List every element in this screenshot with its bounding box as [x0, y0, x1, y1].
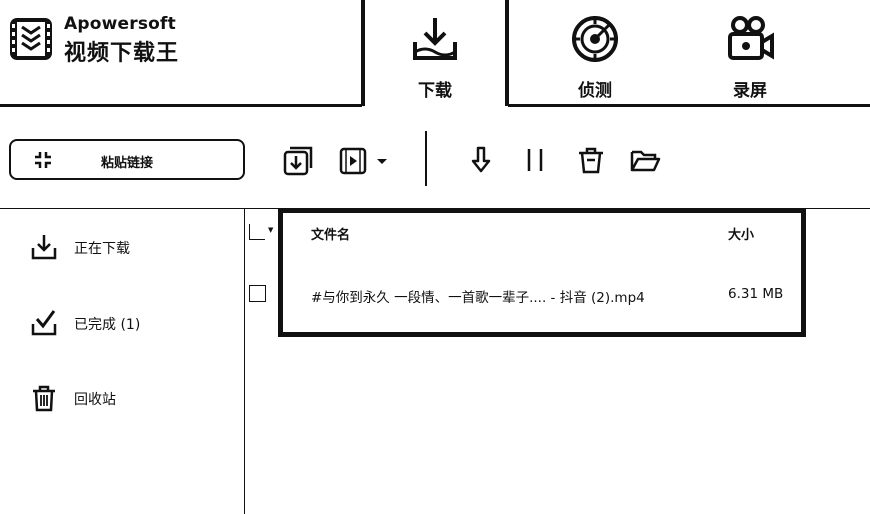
open-folder-button[interactable]: [629, 144, 661, 176]
tab-download-label: 下载: [418, 81, 452, 101]
download-tray-icon: [413, 18, 457, 60]
chevron-down-icon[interactable]: ▼: [268, 226, 273, 234]
delete-button[interactable]: [575, 144, 607, 176]
download-icon: [31, 235, 57, 260]
sidebar-item-trash[interactable]: 回收站: [30, 382, 230, 412]
check-tray-icon: [31, 310, 57, 336]
file-name: #与你到永久 一段情、一首歌一辈子.... - 抖音 (2).mp4: [311, 290, 645, 306]
import-download-button[interactable]: [281, 144, 313, 176]
video-camera-icon: [728, 16, 774, 60]
brand: Apowersoft 视频下载王: [8, 12, 188, 66]
sidebar-item-label: 已完成 (1): [74, 317, 141, 333]
paste-link-button[interactable]: 粘贴链接: [9, 139, 245, 180]
open-folder-icon: [630, 150, 661, 172]
tab-divider: [361, 0, 365, 106]
header-rule: [0, 104, 362, 107]
pause-icon: [527, 149, 543, 171]
start-download-button[interactable]: [465, 144, 497, 176]
tab-sniff[interactable]: 侦测: [540, 10, 650, 102]
import-download-icon: [283, 146, 313, 176]
brand-name-cn: 视频下载王: [64, 41, 180, 66]
film-strip-logo-icon: [10, 18, 52, 60]
video-menu-icon: [339, 147, 387, 175]
column-header-name[interactable]: 文件名: [311, 224, 350, 243]
sidebar-item-completed[interactable]: 已完成 (1): [30, 307, 230, 337]
app-header: Apowersoft 视频下载王 下载 侦测 录屏: [0, 0, 870, 108]
paste-link-label: 粘贴链接: [100, 156, 153, 171]
trash-icon: [33, 385, 55, 412]
tab-divider: [505, 0, 509, 106]
tab-sniff-label: 侦测: [578, 81, 612, 101]
start-download-icon: [471, 146, 491, 173]
brand-name-en: Apowersoft: [64, 14, 176, 34]
sidebar-item-downloading[interactable]: 正在下载: [30, 231, 230, 261]
pause-button[interactable]: [519, 144, 551, 176]
delete-icon: [579, 147, 603, 174]
header-rule: [508, 104, 870, 107]
column-header-size[interactable]: 大小: [728, 224, 754, 243]
video-menu-button[interactable]: [338, 144, 390, 176]
sidebar-item-label: 正在下载: [74, 241, 130, 257]
file-list-highlight: [278, 208, 806, 337]
row-checkbox[interactable]: [249, 285, 266, 302]
radar-target-icon: [572, 16, 618, 62]
sidebar-divider: [244, 209, 245, 514]
toolbar-separator: [425, 131, 427, 186]
tab-record-label: 录屏: [733, 81, 767, 101]
select-all-checkbox[interactable]: [249, 224, 265, 240]
tab-record[interactable]: 录屏: [695, 10, 805, 102]
tab-download[interactable]: 下载: [380, 10, 490, 102]
sidebar-item-label: 回收站: [74, 392, 116, 408]
file-size: 6.31 MB: [728, 286, 784, 302]
